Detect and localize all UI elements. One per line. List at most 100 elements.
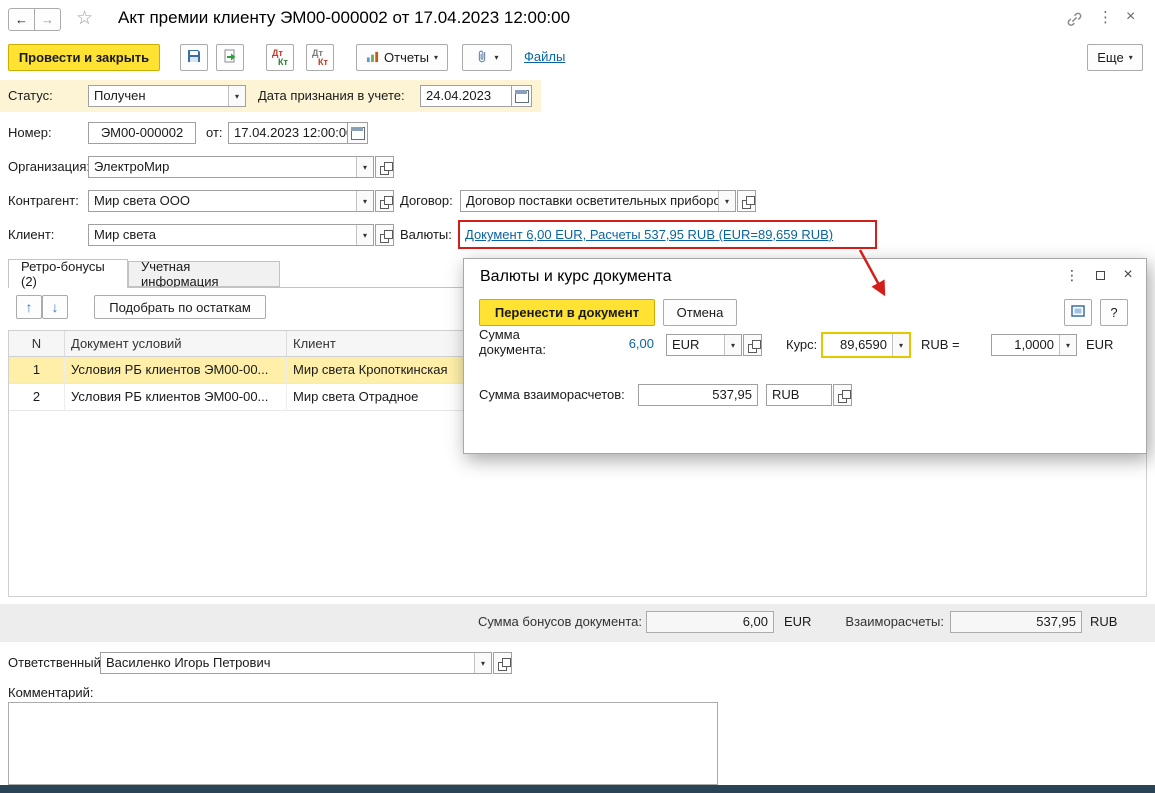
- files-link[interactable]: Файлы: [524, 49, 565, 64]
- status-combo[interactable]: Получен ▾: [88, 85, 246, 107]
- organization-dropdown-icon[interactable]: ▾: [356, 157, 373, 177]
- tab-retro-bonuses[interactable]: Ретро-бонусы (2): [8, 259, 128, 289]
- rate-dropdown-icon[interactable]: ▾: [892, 334, 909, 356]
- currencies-link[interactable]: Документ 6,00 EUR, Расчеты 537,95 RUB (E…: [465, 227, 833, 242]
- responsible-dropdown-icon[interactable]: ▾: [474, 653, 491, 673]
- back-icon: ←: [15, 12, 28, 27]
- client-value: Мир света: [94, 227, 157, 242]
- back-button[interactable]: ←: [8, 8, 35, 31]
- move-up-button[interactable]: ↑: [16, 295, 42, 319]
- responsible-combo[interactable]: Василенко Игорь Петрович ▾: [100, 652, 492, 674]
- recognition-date-calendar-icon[interactable]: [511, 86, 531, 106]
- rate2-dropdown-icon[interactable]: ▾: [1059, 335, 1076, 355]
- currencies-label: Валюты:: [400, 227, 452, 242]
- amount-currency-open-button[interactable]: [743, 334, 762, 356]
- move-down-button[interactable]: ↓: [42, 295, 68, 319]
- client-dropdown-icon[interactable]: ▾: [356, 225, 373, 245]
- settlement-total-field[interactable]: 537,95: [950, 611, 1082, 633]
- titlebar-menu-icon[interactable]: ⋮: [1098, 8, 1113, 26]
- rate2-field[interactable]: 1,0000 ▾: [991, 334, 1077, 356]
- column-header-doc[interactable]: Документ условий: [65, 331, 287, 356]
- dialog-title: Валюты и курс документа: [480, 268, 672, 285]
- settlement-currency-open-button[interactable]: [833, 384, 852, 406]
- number-label: Номер:: [8, 125, 52, 140]
- settlement-amount-field[interactable]: 537,95: [638, 384, 758, 406]
- tab-accounting-info-label: Учетная информация: [141, 259, 219, 289]
- titlebar-close-icon[interactable]: ×: [1126, 8, 1135, 26]
- rub-equals-label: RUB =: [921, 337, 960, 352]
- contract-open-button[interactable]: [737, 190, 756, 212]
- post-button[interactable]: [216, 44, 244, 71]
- column-header-n[interactable]: N: [9, 331, 65, 356]
- status-value: Получен: [94, 88, 146, 103]
- rate-value: 89,6590: [840, 337, 887, 352]
- attachments-dropdown-icon: ▾: [494, 53, 499, 62]
- number-field[interactable]: ЭМ00-000002: [88, 122, 196, 144]
- dialog-maximize-icon[interactable]: [1090, 265, 1110, 285]
- counterparty-value: Мир света ООО: [94, 193, 190, 208]
- currency-rate-dialog: Валюты и курс документа ⋮ × Перенести в …: [463, 258, 1147, 454]
- dr-cr-alt-button[interactable]: Дт Кт: [306, 44, 334, 71]
- responsible-value: Василенко Игорь Петрович: [106, 655, 271, 670]
- save-button[interactable]: [180, 44, 208, 71]
- post-and-close-button[interactable]: Провести и закрыть: [8, 44, 160, 71]
- bonus-total-field[interactable]: 6,00: [646, 611, 774, 633]
- more-button[interactable]: Еще ▾: [1087, 44, 1143, 71]
- bonus-total-currency: EUR: [784, 614, 812, 629]
- favorite-star-icon[interactable]: ☆: [76, 7, 93, 30]
- post-document-icon: [222, 48, 238, 67]
- responsible-open-button[interactable]: [493, 652, 512, 674]
- settlement-amount-value: 537,95: [712, 387, 752, 402]
- rate2-currency-label: EUR: [1086, 337, 1114, 352]
- amount-label: Сумма документа:: [479, 327, 546, 357]
- dialog-cancel-button[interactable]: Отмена: [663, 299, 737, 326]
- window-icon: [1070, 303, 1086, 322]
- status-label: Статус:: [8, 88, 53, 103]
- pick-by-balance-button[interactable]: Подобрать по остаткам: [94, 295, 266, 319]
- settlement-currency-value: RUB: [772, 387, 800, 402]
- rate2-value: 1,0000: [1014, 337, 1054, 352]
- doc-date-value: 17.04.2023 12:00:00: [234, 125, 347, 140]
- contract-dropdown-icon[interactable]: ▾: [718, 191, 735, 211]
- settlement-total-currency: RUB: [1090, 614, 1118, 629]
- dr-cr-button[interactable]: Дт Кт: [266, 44, 294, 71]
- client-combo[interactable]: Мир света ▾: [88, 224, 374, 246]
- status-dropdown-icon[interactable]: ▾: [228, 86, 245, 106]
- reports-button[interactable]: Отчеты ▾: [356, 44, 448, 71]
- transfer-to-document-button[interactable]: Перенести в документ: [479, 299, 655, 326]
- dialog-menu-icon[interactable]: ⋮: [1062, 265, 1082, 285]
- recognition-date-field[interactable]: 24.04.2023: [420, 85, 532, 107]
- client-open-button[interactable]: [375, 224, 394, 246]
- save-icon: [186, 48, 202, 67]
- responsible-label: Ответственный:: [8, 655, 105, 670]
- doc-date-calendar-icon[interactable]: [347, 123, 367, 143]
- contract-combo[interactable]: Договор поставки осветительных приборс ▾: [460, 190, 736, 212]
- cell-n: 2: [9, 384, 65, 410]
- attachments-button[interactable]: ▾: [462, 44, 512, 71]
- amount-value[interactable]: 6,00: [584, 336, 654, 351]
- recognition-date-value: 24.04.2023: [426, 88, 492, 103]
- dialog-close-icon[interactable]: ×: [1118, 265, 1138, 285]
- reports-dropdown-icon: ▾: [433, 53, 438, 62]
- organization-open-button[interactable]: [375, 156, 394, 178]
- forward-button[interactable]: →: [34, 8, 61, 31]
- amount-currency-combo[interactable]: EUR ▾: [666, 334, 742, 356]
- more-label: Еще: [1097, 50, 1124, 65]
- rate-field[interactable]: 89,6590 ▾: [821, 332, 911, 358]
- counterparty-open-button[interactable]: [375, 190, 394, 212]
- doc-date-field[interactable]: 17.04.2023 12:00:00: [228, 122, 368, 144]
- reports-icon: [366, 50, 379, 66]
- amount-currency-dropdown-icon[interactable]: ▾: [724, 335, 741, 355]
- comment-textarea[interactable]: [8, 702, 718, 785]
- dialog-help-button[interactable]: ?: [1100, 299, 1128, 326]
- organization-combo[interactable]: ЭлектроМир ▾: [88, 156, 374, 178]
- counterparty-label: Контрагент:: [8, 193, 79, 208]
- counterparty-dropdown-icon[interactable]: ▾: [356, 191, 373, 211]
- tab-accounting-info[interactable]: Учетная информация: [128, 259, 280, 289]
- bottom-status-bar: [0, 785, 1155, 793]
- counterparty-combo[interactable]: Мир света ООО ▾: [88, 190, 374, 212]
- more-dropdown-icon: ▾: [1128, 53, 1133, 62]
- dialog-window-button[interactable]: [1064, 299, 1092, 326]
- settlement-currency-field[interactable]: RUB: [766, 384, 832, 406]
- get-link-icon[interactable]: [1066, 11, 1083, 31]
